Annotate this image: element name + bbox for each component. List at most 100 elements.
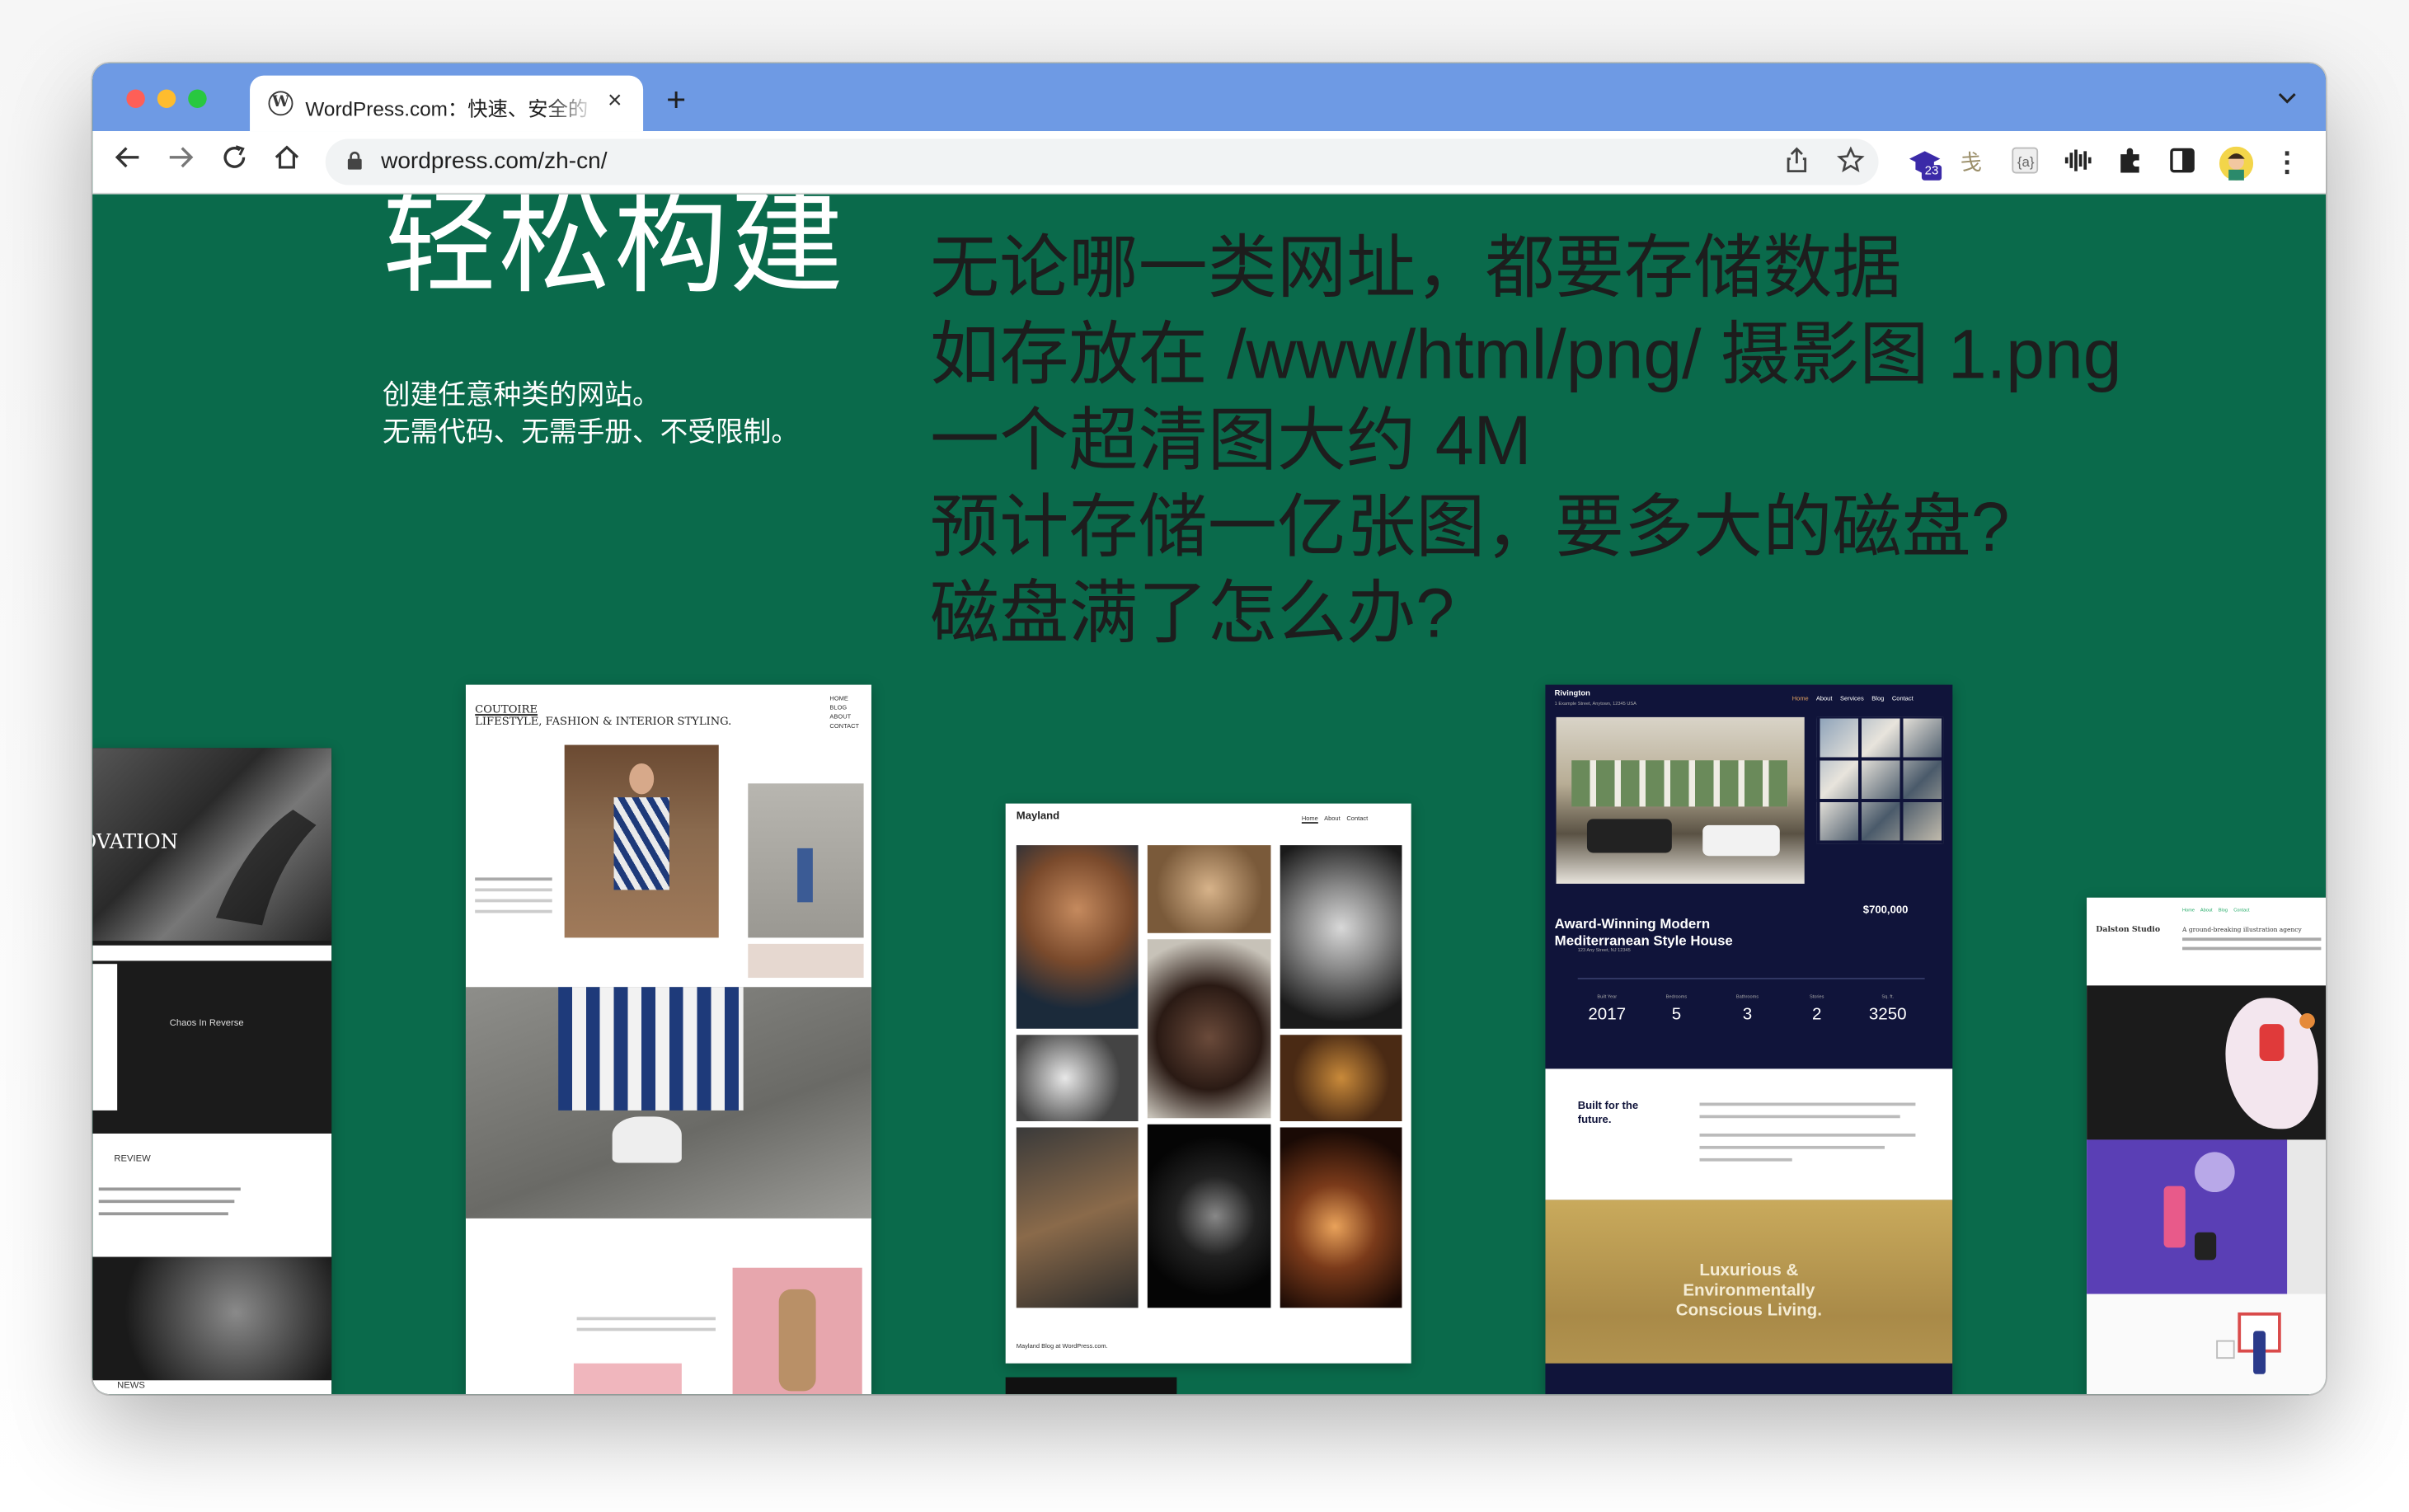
stat-value: 3 [1742,1005,1753,1025]
browser-menu-button[interactable]: ⋮ [2272,147,2303,177]
showcase-card-couture[interactable]: COUTOIRE LIFESTYLE, FASHION & INTERIOR S… [465,684,871,1395]
couture-street-image [465,987,871,1219]
couture-menu-item[interactable]: HOME [829,694,859,703]
couture-pink-image [732,1267,862,1395]
dalston-menu-item[interactable]: About [2200,907,2213,913]
browser-toolbar: wordpress.com/zh-cn/ 23 戋 {a} ⋮ [92,131,2327,195]
dalston-blurb: A ground-breaking illustration agency [2182,925,2302,933]
dancer-silhouette-icon [215,810,317,926]
promo-line: Luxurious & [1699,1261,1799,1280]
couture-wall-image [748,783,864,938]
wordpress-icon: W [268,91,293,116]
extensions-puzzle-icon[interactable] [2115,147,2145,177]
listing-title: Award-Winning Modern Mediterranean Style… [1555,916,1733,950]
back-button[interactable] [114,143,142,181]
showcase-card-dalston[interactable]: Dalston Studio Home About Blog Contact A… [2087,897,2327,1395]
tab-close-icon[interactable]: × [608,88,622,116]
home-button[interactable] [273,143,301,181]
mayland-photo-8 [1147,1124,1271,1308]
rivington-address: 1 Example Street, Anytown, 12345 USA [1554,700,1637,707]
rivington-menu-item[interactable]: About [1816,694,1833,702]
zoom-window-button[interactable] [188,89,207,108]
tab-search-chevron-icon[interactable] [2278,88,2296,110]
tab-title: WordPress.com：快速、安全的 [305,96,589,120]
mayland-photo-4 [1147,939,1271,1119]
tab-wordpress[interactable]: W WordPress.com：快速、安全的 × [250,75,644,132]
dalston-menu-item[interactable]: Contact [2233,907,2249,913]
text-line [475,877,552,881]
text-line [576,1317,716,1321]
stat-sqft: Sq. ft. 3250 [1860,993,1915,1024]
overlay-line-4: 预计存储一亿张图，要多大的磁盘? [930,487,2010,566]
stat-value: 5 [1671,1005,1682,1025]
promo-line: Conscious Living. [1675,1301,1822,1321]
stat-label: Stories [1809,993,1824,1000]
mayland-menu-contact[interactable]: Contact [1346,815,1368,822]
home-icon [275,145,299,169]
couture-menu-item[interactable]: ABOUT [829,712,859,721]
ball-icon [2299,1013,2315,1029]
extension-graduation-icon[interactable]: 23 [1908,147,1942,181]
overlay-annotation: 无论哪一类网址，都要存储数据 如存放在 /www/html/png/ 摄影图 1… [930,225,2122,657]
page-content: 轻松构建 创建任意种类的网站。 无需代码、无需手册、不受限制。 OVATION … [92,194,2327,1395]
lock-icon [347,151,362,170]
figure [797,848,813,903]
built-for-line: Built for the [1577,1101,1639,1112]
forward-button[interactable] [167,143,195,181]
showcase-card-mayland[interactable]: Mayland Home About Contact Mayland Blog … [1005,803,1411,1364]
forward-arrow-icon [169,147,194,168]
couture-model-image [564,744,719,938]
dalston-menu-item[interactable]: Blog [2219,907,2228,913]
bookmark-star-icon[interactable] [1837,146,1865,182]
promo-line: Environmentally [1683,1281,1815,1301]
mayland-footer: Mayland Blog at WordPress.com. [1016,1341,1108,1350]
rivington-thumbnail-grid [1816,716,1944,844]
couture-menu-item[interactable]: CONTACT [829,721,859,730]
pot [2195,1232,2217,1261]
mayland-menu-about[interactable]: About [1324,815,1341,822]
browser-window: W WordPress.com：快速、安全的 × + wordpress.com… [92,63,2327,1395]
showcase-card-innovation[interactable]: OVATION Chaos In Reverse REVIEW NEWS [92,748,332,1395]
text-line [98,1212,228,1216]
balloon [2195,1152,2235,1193]
rivington-menu-item[interactable]: Services [1840,694,1864,702]
extension-translate-icon[interactable]: 戋 [1956,147,1986,177]
player-illustration [2259,1024,2285,1062]
dalston-purple-panel [2087,1139,2288,1294]
dalston-menu: Home About Blog Contact [2182,907,2250,913]
page-subline-2: 无需代码、无需手册、不受限制。 [382,416,800,448]
new-tab-button[interactable]: + [666,82,686,117]
mayland-photo-3 [1280,845,1402,1029]
showcase-card-partial[interactable] [1005,1377,1177,1395]
rivington-menu-item[interactable]: Home [1792,694,1809,702]
rivington-menu-item[interactable]: Blog [1871,694,1884,702]
dalston-grey-panel [2287,1139,2327,1294]
extension-audio-icon[interactable] [2062,147,2092,177]
text-line [98,1187,241,1191]
listing-title-line: Award-Winning Modern [1554,916,1711,932]
mayland-photo-9 [1280,1127,1402,1308]
checkbox-illustration [2216,1340,2235,1359]
rivington-menu-item[interactable]: Contact [1892,694,1914,702]
share-icon[interactable] [1784,147,1809,182]
showcase-card-rivington[interactable]: Rivington 1 Example Street, Anytown, 123… [1545,684,1953,1395]
stat-value: 3250 [1868,1005,1907,1025]
mayland-menu-home[interactable]: Home [1302,815,1318,822]
windows [1571,760,1788,807]
close-window-button[interactable] [126,89,145,108]
side-panel-icon[interactable] [2167,147,2197,177]
profile-avatar[interactable] [2219,146,2254,181]
listing-address: 123 Any Street, NJ 12345 [1577,946,1631,954]
promo-heading: Luxurious & Environmentally Conscious Li… [1545,1261,1952,1322]
overlay-line-2: 如存放在 /www/html/png/ 摄影图 1.png [930,314,2122,394]
built-for-heading: Built for the future. [1578,1100,1638,1128]
reload-icon [223,145,246,168]
dalston-whiteboard-panel [2087,1294,2327,1395]
reload-button[interactable] [221,143,249,181]
couture-menu-item[interactable]: BLOG [829,703,859,712]
address-bar[interactable]: wordpress.com/zh-cn/ [325,139,1879,185]
dalston-menu-item[interactable]: Home [2182,907,2195,913]
minimize-window-button[interactable] [157,89,176,108]
stat-bedrooms: Bedrooms 5 [1649,993,1704,1024]
extension-page-icon[interactable]: {a} [2010,147,2040,177]
